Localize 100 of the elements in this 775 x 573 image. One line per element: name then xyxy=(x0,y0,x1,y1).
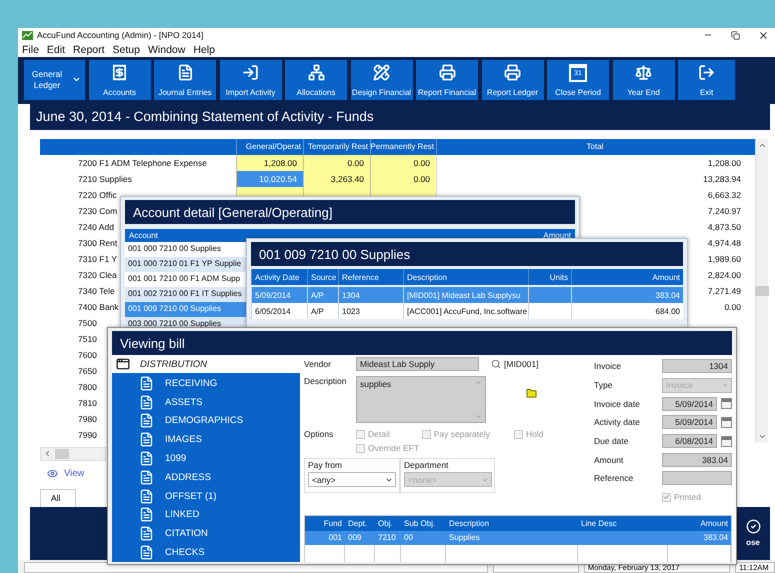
table-row[interactable]: 6/05/2014 A/P 1023 [ACC001] AccuFund, Inc.software 684.00 xyxy=(251,303,683,319)
table-cell: A/P xyxy=(307,303,338,319)
toolbar-button[interactable]: Year End xyxy=(612,60,674,100)
toolbar-button[interactable]: Report Ledger xyxy=(482,60,544,100)
toolbar-button[interactable]: Allocations xyxy=(285,60,347,100)
menu-item[interactable]: Report xyxy=(73,44,105,56)
toolbar-button[interactable]: Import Activity xyxy=(220,60,282,100)
scrollbar[interactable] xyxy=(755,138,768,443)
folder-icon[interactable] xyxy=(526,388,537,399)
table-cell[interactable]: 3,263.40 xyxy=(303,170,370,187)
receipt-icon xyxy=(111,64,128,81)
table-cell-text: 383.04 xyxy=(702,532,729,544)
section-item[interactable]: ASSETS xyxy=(112,392,300,412)
toolbar-button[interactable]: Journal Entries xyxy=(154,60,216,100)
checkbox-label: Override EFT xyxy=(368,443,420,453)
section-item[interactable]: LINKED xyxy=(112,506,300,524)
menu-item[interactable]: Setup xyxy=(112,44,140,56)
table-cell[interactable]: 0.00 xyxy=(370,154,436,171)
close-icon[interactable] xyxy=(758,30,769,41)
pay-from-select[interactable]: <any> xyxy=(308,472,396,487)
table-cell-text: 7980 xyxy=(78,412,97,426)
table-row[interactable]: 5/09/2014 A/P 1304 [MID001] Mideast Lab Supplysu 383.04 xyxy=(251,287,683,303)
table-cell-text: 001 xyxy=(328,532,343,544)
scale-icon xyxy=(635,64,652,81)
table-cell-text: 7340 Tele xyxy=(78,284,115,298)
table-cell: 1023 xyxy=(338,303,403,319)
toolbar-button[interactable]: Report Financial xyxy=(416,60,478,100)
tab[interactable]: All xyxy=(40,488,76,507)
text-field[interactable]: 1304 xyxy=(662,359,732,374)
scroll-thumb[interactable] xyxy=(755,286,769,296)
menu-item[interactable]: Help xyxy=(193,44,215,56)
menu-item[interactable]: Window xyxy=(148,44,186,56)
table-cell-text: 00 xyxy=(403,532,414,544)
table-cell[interactable]: 10,020.54 xyxy=(236,170,303,187)
text-field[interactable] xyxy=(662,471,732,486)
document-icon xyxy=(139,470,154,485)
date-field[interactable]: 5/09/2014 xyxy=(662,396,717,411)
toolbar-button[interactable]: Design Financial xyxy=(350,60,412,100)
search-icon[interactable] xyxy=(491,359,501,369)
table-cell-text: 7810 xyxy=(78,396,97,410)
section-item[interactable]: IMAGES xyxy=(112,430,300,450)
menu-item[interactable]: File xyxy=(22,44,39,56)
column-header: Source xyxy=(307,269,338,285)
scrollbar[interactable] xyxy=(40,446,106,461)
scroll-thumb[interactable] xyxy=(55,448,69,459)
document-icon xyxy=(176,64,194,81)
table-row[interactable]: 001 009 7210 00 Supplies 383.04 xyxy=(305,530,731,544)
section-item[interactable]: ADDRESS xyxy=(112,468,300,487)
group-label: Pay from xyxy=(308,460,344,470)
window-title: Viewing bill xyxy=(112,331,732,355)
table-cell-text: 7300 Rent xyxy=(78,236,118,250)
calendar-icon[interactable] xyxy=(721,398,732,410)
table-cell-text: 7220 Offic xyxy=(78,188,117,202)
general-ledger-dropdown[interactable]: General Ledger xyxy=(24,60,85,100)
date-field[interactable]: 5/09/2014 xyxy=(662,415,717,430)
section-item[interactable]: OFFSET (1) xyxy=(112,486,300,506)
table-cell-text: 7650 xyxy=(78,364,97,378)
section-item[interactable]: RECEIVING xyxy=(112,374,300,393)
table-cell[interactable]: 1,208.00 xyxy=(236,154,303,171)
table-cell-text: 7230 Com xyxy=(78,204,118,218)
printer-icon xyxy=(504,64,521,81)
vendor-field[interactable]: Mideast Lab Supply xyxy=(356,357,479,371)
document-icon xyxy=(139,432,154,448)
toolbar-button[interactable]: Accounts xyxy=(88,60,150,100)
table-cell-text: 7990 xyxy=(78,428,97,442)
section-item[interactable]: DEMOGRAPHICS xyxy=(112,412,300,430)
eye-icon xyxy=(47,468,58,480)
checkbox-label: Hold xyxy=(526,429,544,439)
printer-icon xyxy=(438,64,456,81)
calendar-icon[interactable] xyxy=(721,416,732,428)
section-item[interactable]: 1099 xyxy=(112,449,300,468)
app-logo-icon xyxy=(22,30,33,40)
network-icon xyxy=(308,64,324,81)
section-item[interactable]: CITATION xyxy=(112,524,300,544)
field-label: Description xyxy=(304,376,348,386)
restore-icon[interactable] xyxy=(731,30,740,40)
column-header: Description xyxy=(448,518,490,530)
checkbox-label: Pay separately xyxy=(434,429,490,439)
table-cell[interactable]: 0.00 xyxy=(370,170,436,187)
document-icon xyxy=(139,507,154,522)
toolbar-button[interactable]: Exit xyxy=(678,60,735,100)
table-cell-text: 7600 xyxy=(78,348,97,362)
column-header: Line Desc xyxy=(580,518,618,530)
pencil-ruler-icon xyxy=(373,64,390,81)
calendar-icon[interactable] xyxy=(721,436,732,447)
text-field[interactable]: 383.04 xyxy=(662,452,732,467)
table-cell-text: 7210 xyxy=(377,532,397,544)
table-cell[interactable]: 0.00 xyxy=(303,154,370,171)
date-field[interactable]: 6/08/2014 xyxy=(662,434,717,448)
table-cell-text: Supplies xyxy=(448,532,481,544)
view-link[interactable]: View xyxy=(47,466,92,481)
document-icon xyxy=(139,376,154,391)
table-cell-text: 7210 Supplies xyxy=(78,172,132,186)
section-item[interactable]: CHECKS xyxy=(112,543,300,562)
menu-item[interactable]: Edit xyxy=(46,44,66,56)
table-cell-text: 7320 Clea xyxy=(78,268,117,282)
table-cell-text: 7200 F1 ADM Telephone Expense xyxy=(78,156,207,170)
table-cell-text: 7240 Add xyxy=(78,220,114,234)
scroll-left-icon[interactable] xyxy=(43,449,52,458)
field-label: Activity date xyxy=(594,417,641,428)
